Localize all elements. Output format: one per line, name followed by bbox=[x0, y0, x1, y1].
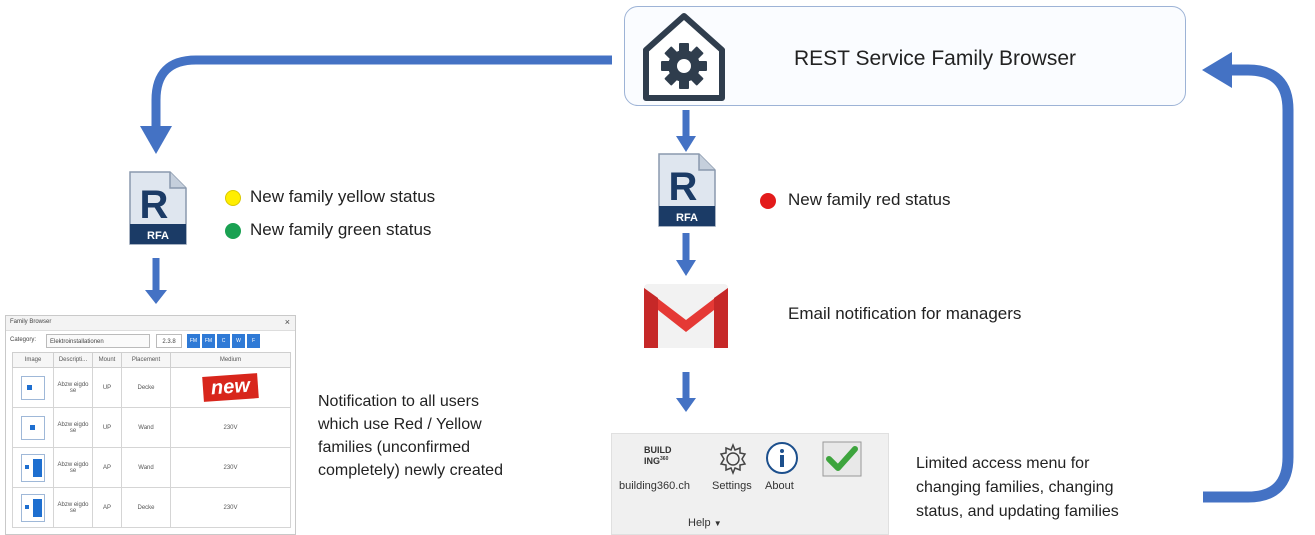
rfa-file-icon: R RFA bbox=[129, 171, 187, 245]
placement-cell: Wand bbox=[121, 447, 171, 488]
desc-cell: Abzw eigdo se bbox=[53, 407, 93, 448]
category-label: Category: bbox=[10, 337, 37, 343]
arrow-ribbon-to-service bbox=[1203, 64, 1294, 503]
notification-line: completely) newly created bbox=[318, 462, 503, 479]
close-icon[interactable]: × bbox=[285, 317, 290, 327]
limited-access-text: Limited access menu for changing familie… bbox=[916, 452, 1119, 524]
svg-text:RFA: RFA bbox=[147, 230, 169, 242]
mount-cell: AP bbox=[92, 487, 122, 528]
toolbar-button[interactable]: FM bbox=[187, 334, 200, 348]
desc-cell: Abzw eigdo se bbox=[53, 487, 93, 528]
medium-cell: 230V bbox=[170, 407, 291, 448]
building360-logo: BUILD ING360 bbox=[644, 445, 672, 466]
arrowhead-right-rfa bbox=[676, 136, 696, 152]
red-status-dot bbox=[760, 193, 776, 209]
toolbar-button[interactable]: FM bbox=[202, 334, 215, 348]
table-row[interactable]: Abzw eigdo se AP Decke 230V bbox=[12, 487, 291, 528]
notification-line: which use Red / Yellow bbox=[318, 416, 482, 433]
limited-line: Limited access menu for bbox=[916, 455, 1090, 472]
medium-cell: new bbox=[170, 367, 291, 408]
column-header[interactable]: Image bbox=[12, 352, 54, 368]
arrowhead-left-rfa bbox=[140, 126, 172, 154]
ribbon-help-group[interactable]: Help ▼ bbox=[688, 517, 722, 529]
notification-line: Notification to all users bbox=[318, 393, 479, 410]
arrowhead-ribbon bbox=[676, 398, 696, 412]
limited-line: changing families, changing bbox=[916, 479, 1114, 496]
yellow-status-label: New family yellow status bbox=[250, 187, 436, 206]
family-thumbnail bbox=[12, 407, 54, 448]
medium-cell: 230V bbox=[170, 447, 291, 488]
mount-cell: UP bbox=[92, 407, 122, 448]
ribbon-settings-button[interactable]: Settings bbox=[712, 480, 752, 492]
family-browser-window: Family Browser × Category: Elektroinstal… bbox=[5, 315, 296, 535]
arrowhead-browser bbox=[145, 290, 167, 304]
info-icon[interactable] bbox=[765, 441, 799, 475]
arrowhead-gmail bbox=[676, 260, 696, 276]
notification-line: families (unconfirmed bbox=[318, 439, 471, 456]
version-field: 2.3.8 bbox=[156, 334, 182, 348]
arrow-service-to-left-rfa bbox=[151, 55, 612, 126]
ribbon-building360-button[interactable]: building360.ch bbox=[619, 480, 690, 492]
desc-cell: Abzw eigdo se bbox=[53, 367, 93, 408]
column-header[interactable]: Mount bbox=[92, 352, 122, 368]
ribbon-about-button[interactable]: About bbox=[765, 480, 794, 492]
category-select[interactable]: Elektroinstallationen bbox=[46, 334, 150, 348]
mount-cell: UP bbox=[92, 367, 122, 408]
table-row[interactable]: Abzw eigdo se UP Wand 230V bbox=[12, 407, 291, 448]
limited-line: status, and updating families bbox=[916, 503, 1119, 520]
gear-house-icon bbox=[643, 13, 725, 101]
family-thumbnail bbox=[12, 487, 54, 528]
placement-cell: Decke bbox=[121, 367, 171, 408]
family-table: Image Descripti... Mount Placement Mediu… bbox=[12, 352, 291, 528]
green-status-label: New family green status bbox=[250, 220, 432, 239]
svg-text:R: R bbox=[140, 183, 169, 227]
table-row[interactable]: Abzw eigdo se UP Decke new bbox=[12, 367, 291, 408]
notification-text: Notification to all users which use Red … bbox=[318, 390, 503, 482]
green-status-dot bbox=[225, 223, 241, 239]
placement-cell: Wand bbox=[121, 407, 171, 448]
mount-cell: AP bbox=[92, 447, 122, 488]
svg-text:R: R bbox=[669, 165, 698, 209]
toolbar-button[interactable]: W bbox=[232, 334, 245, 348]
medium-cell: 230V bbox=[170, 487, 291, 528]
arrowhead-service bbox=[1202, 52, 1232, 88]
red-status-label: New family red status bbox=[788, 190, 951, 209]
checkmark-icon[interactable] bbox=[822, 441, 862, 477]
new-badge: new bbox=[202, 373, 259, 402]
family-thumbnail bbox=[12, 367, 54, 408]
column-header[interactable]: Medium bbox=[170, 352, 291, 368]
service-title: REST Service Family Browser bbox=[794, 47, 1077, 70]
column-header[interactable]: Descripti... bbox=[53, 352, 93, 368]
placement-cell: Decke bbox=[121, 487, 171, 528]
gmail-icon bbox=[644, 284, 728, 348]
svg-text:RFA: RFA bbox=[676, 212, 698, 224]
column-header[interactable]: Placement bbox=[121, 352, 171, 368]
family-thumbnail bbox=[12, 447, 54, 488]
desc-cell: Abzw eigdo se bbox=[53, 447, 93, 488]
family-browser-title: Family Browser bbox=[10, 319, 52, 325]
table-row[interactable]: Abzw eigdo se AP Wand 230V bbox=[12, 447, 291, 488]
email-notification-label: Email notification for managers bbox=[788, 304, 1022, 323]
toolbar-button[interactable]: F bbox=[247, 334, 260, 348]
family-browser-titlebar: Family Browser × bbox=[6, 316, 295, 331]
rfa-file-icon: R RFA bbox=[658, 153, 716, 227]
toolbar-button[interactable]: C bbox=[217, 334, 230, 348]
yellow-status-dot bbox=[225, 190, 241, 206]
chevron-down-icon: ▼ bbox=[713, 519, 722, 528]
settings-gear-icon[interactable] bbox=[716, 442, 750, 476]
